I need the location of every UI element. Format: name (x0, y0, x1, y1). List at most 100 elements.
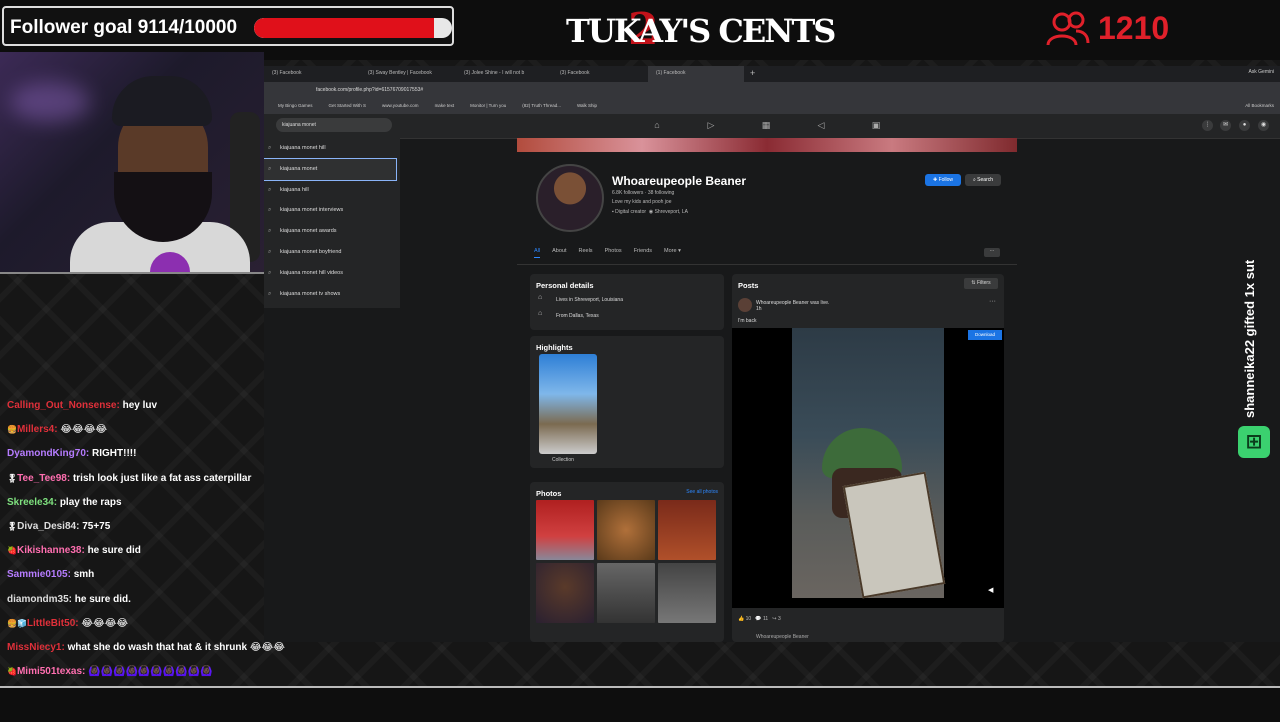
search-icon: ⌕ (268, 248, 272, 255)
marketplace-icon[interactable]: ▦ (761, 120, 771, 130)
bookmark-item[interactable]: (82) Truth Thread... (522, 98, 561, 114)
chat-username[interactable]: Diva_Desi84: (17, 521, 79, 532)
chat-badge: 🍓 (7, 546, 17, 556)
search-icon: ⌕ (268, 290, 272, 297)
tab-reels[interactable]: Reels (579, 248, 593, 258)
url-input[interactable]: facebook.com/profile.php?id=615767090175… (316, 87, 423, 93)
photo-thumbnail[interactable] (658, 563, 716, 623)
webcam-feed (0, 52, 264, 274)
ask-gemini-button[interactable]: Ask Gemini (1248, 69, 1274, 75)
video-icon[interactable]: ▷ (706, 120, 716, 130)
viewer-count: 1210 (1098, 10, 1170, 46)
cover-photo[interactable] (517, 138, 1017, 152)
suggestion-item[interactable]: ⌕ kiajuana monet hill videos (264, 263, 400, 284)
follower-goal-progress (254, 18, 452, 38)
detail-from: From Dallas, Texas (556, 313, 599, 319)
browser-tab[interactable]: (3) Sway Bentley | Facebook (360, 66, 456, 82)
menu-grid-icon[interactable]: ⋮ (1202, 120, 1213, 131)
highlight-label: Collection (552, 457, 574, 463)
profile-meta: ▪ Digital creator ◉ Shreveport, LA (612, 209, 688, 215)
home-icon[interactable]: ⌂ (652, 120, 662, 130)
chat-username[interactable]: Skreele34: (7, 497, 57, 508)
see-all-photos-link[interactable]: See all photos (686, 489, 718, 495)
suggestion-item[interactable]: ⌕ kiajuana monet hill (264, 138, 400, 159)
gaming-icon[interactable]: ▣ (871, 120, 881, 130)
bookmark-item[interactable]: Monitor | Turn you (470, 98, 506, 114)
facebook-search-input[interactable]: kiajuana monet (276, 118, 392, 132)
profile-more-button[interactable]: ··· (984, 248, 1000, 257)
bookmark-item[interactable]: Get Started With S (329, 98, 367, 114)
follow-button[interactable]: ✚ Follow (925, 174, 961, 186)
comment-count: 11 (762, 616, 769, 622)
chat-username[interactable]: Tee_Tee98: (17, 473, 70, 484)
photo-thumbnail[interactable] (597, 563, 655, 623)
chat-username[interactable]: LittleBit50: (27, 618, 79, 629)
bookmark-item[interactable]: Walk Ship (577, 98, 597, 114)
notifications-icon[interactable]: ● (1239, 120, 1250, 131)
chat-message: 🍔Millers4: 😂😂😂😂 (0, 420, 300, 444)
tab-all[interactable]: All (534, 248, 541, 258)
detail-lives: Lives in Shreveport, Louisiana (556, 297, 623, 303)
chat-username[interactable]: Millers4: (17, 424, 58, 435)
post-author-name[interactable]: Whoareupeople Beaner (756, 300, 809, 306)
tab-about[interactable]: About (552, 248, 566, 258)
photo-thumbnail[interactable] (536, 563, 594, 623)
highlight-thumbnail[interactable] (539, 354, 597, 454)
profile-creator: Digital creator (615, 209, 647, 215)
post-author-line: Whoareupeople Beaner was live. 1h (756, 300, 829, 312)
briefcase-icon: ▪ (612, 209, 614, 215)
profile-search-button[interactable]: ⌕ Search (965, 174, 1001, 186)
chat-text: 🙆🏿‍♀️🙆🏿‍♀️🙆🏿‍♀️🙆🏿‍♀️🙆🏿‍♀️🙆🏿‍♀️🙆🏿‍♀️🙆🏿‍♀️… (88, 666, 213, 678)
chat-username[interactable]: DyamondKing70: (7, 448, 89, 459)
profile-followers[interactable]: 6.8K followers · 38 following (612, 190, 674, 196)
profile-avatar[interactable] (536, 164, 604, 232)
chat-username[interactable]: Kikishanne38: (17, 545, 85, 556)
bookmark-item[interactable]: My Bingo Games (278, 98, 313, 114)
photo-thumbnail[interactable] (536, 500, 594, 560)
download-button[interactable]: Download (968, 330, 1002, 340)
tab-more[interactable]: More ▾ (664, 248, 681, 258)
filters-button[interactable]: ⇅ Filters (964, 278, 998, 289)
profile-location: Shreveport, LA (654, 209, 688, 215)
suggestion-item[interactable]: ⌕ kiajuana monet boyfriend (264, 242, 400, 263)
post-video[interactable]: Download ◀ (732, 328, 1004, 608)
bookmark-item[interactable]: www.youtube.com (382, 98, 419, 114)
search-suggestions: ⌕ kiajuana monet hill ⌕ kiajuana monet ⌕ ki… (264, 138, 400, 308)
browser-tab[interactable]: (3) Facebook (552, 66, 648, 82)
photo-thumbnail[interactable] (597, 500, 655, 560)
chat-badge: 🍔🧊 (7, 618, 27, 628)
photo-thumbnail[interactable] (658, 500, 716, 560)
users-icon (1046, 11, 1090, 45)
messenger-icon[interactable]: ✉ (1220, 120, 1231, 131)
account-avatar[interactable]: ◉ (1258, 120, 1269, 131)
browser-tab-active[interactable]: (1) Facebook (648, 66, 744, 82)
bookmark-item[interactable]: make text (435, 98, 455, 114)
suggestion-item[interactable]: ⌕ kiajuana hill (264, 180, 400, 201)
suggestion-item[interactable]: ⌕ kiajuana monet tv shows (264, 284, 400, 305)
chat-username[interactable]: Mimi501texas: (17, 666, 85, 677)
chat-message: Calling_Out_Nonsense: hey luv (0, 396, 300, 420)
browser-tab[interactable]: (3) Jolee Shine - I will not b (456, 66, 552, 82)
chat-username[interactable]: Sammie0105: (7, 569, 71, 580)
chat-username[interactable]: MissNiecy1: (7, 642, 65, 653)
megaphone-icon[interactable]: ◁ (816, 120, 826, 130)
chat-username[interactable]: Calling_Out_Nonsense: (7, 400, 120, 411)
follower-goal-fill (254, 18, 435, 38)
chat-username[interactable]: diamondm35: (7, 594, 72, 605)
post-time[interactable]: 1h (756, 306, 762, 312)
video-frame (792, 328, 946, 599)
tab-friends[interactable]: Friends (634, 248, 652, 258)
suggestion-item-selected[interactable]: ⌕ kiajuana monet (264, 157, 397, 181)
post-author-suffix: was live. (810, 300, 830, 306)
suggestion-item[interactable]: ⌕ kiajuana monet interviews (264, 200, 400, 221)
browser-tab[interactable]: (3) Facebook (264, 66, 360, 82)
suggestion-item[interactable]: ⌕ kiajuana monet awards (264, 221, 400, 242)
post-author-avatar[interactable] (738, 298, 752, 312)
post-reactions[interactable]: 👍 10 💬 11 ↪ 3 (738, 616, 781, 622)
all-bookmarks-button[interactable]: All Bookmarks (1245, 103, 1274, 108)
tab-photos[interactable]: Photos (605, 248, 622, 258)
new-tab-button[interactable]: + (744, 66, 761, 82)
volume-icon[interactable]: ◀ (988, 586, 993, 594)
post-options-button[interactable]: ··· (989, 298, 996, 305)
next-post-author[interactable]: Whoareupeople Beaner (756, 634, 809, 640)
